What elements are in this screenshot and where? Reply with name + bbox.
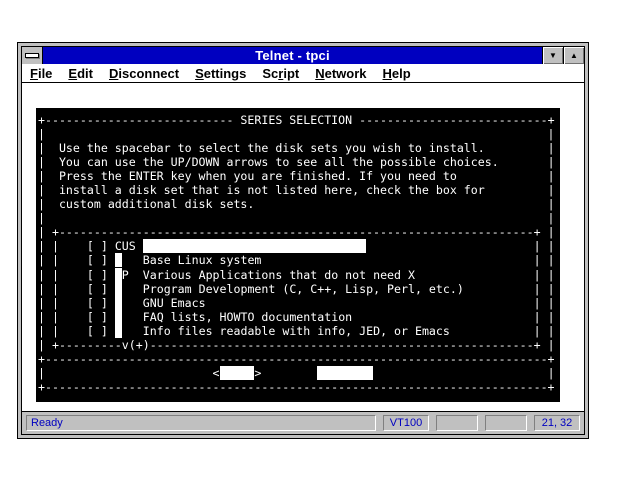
status-panel-ready: Ready (26, 415, 376, 431)
dialog-blank-row: | | (38, 127, 560, 141)
checkbox-a[interactable]: [ ] (87, 253, 108, 267)
item-tag: P (122, 268, 129, 282)
status-panel-emulation: VT100 (383, 415, 429, 431)
menu-label-post: isconnect (118, 66, 179, 81)
status-bar: Ready VT100 21, 32 (22, 411, 584, 434)
item-desc: Various Applications that do not need X (143, 268, 415, 282)
menu-label-post: dit (77, 66, 93, 81)
menu-label-hot: N (315, 66, 324, 81)
checklist-item-i[interactable]: | | [ ] I Info files readable with info,… (38, 324, 560, 338)
menu-label-post: ipt (283, 66, 299, 81)
menu-label-hot: D (109, 66, 118, 81)
instruction-text: Use the spacebar to select the disk sets… (59, 141, 485, 155)
checklist-top-border: | +-------------------------------------… (38, 225, 560, 239)
checklist-bottom-border: | +---------v(+)------------------------… (38, 338, 560, 352)
dialog-title: SERIES SELECTION (233, 113, 359, 127)
item-tag-hotkey: A (115, 268, 122, 282)
menu-item-script[interactable]: Script (254, 66, 307, 81)
checkbox-e[interactable]: [ ] (87, 296, 108, 310)
control-menu-button[interactable] (22, 47, 43, 64)
telnet-window: Telnet - tpci ▼ ▲ FileEditDisconnectSett… (17, 42, 589, 439)
instruction-text: You can use the UP/DOWN arrows to see al… (59, 155, 499, 169)
menu-label-hot: H (383, 66, 392, 81)
client-area: +--------------------------- SERIES SELE… (22, 83, 584, 411)
item-desc: GNU Emacs (143, 296, 206, 310)
minimize-button[interactable]: ▼ (542, 47, 563, 64)
status-ready-text: Ready (31, 417, 63, 429)
window-title: Telnet - tpci (255, 48, 330, 63)
instruction-row-1: | Use the spacebar to select the disk se… (38, 141, 560, 155)
item-tag-hotkey: F (115, 310, 122, 324)
maximize-button[interactable]: ▲ (563, 47, 584, 64)
item-desc: FAQ lists, HOWTO documentation (143, 310, 352, 324)
menu-label-hot: E (68, 66, 77, 81)
menu-label-hot: F (30, 66, 38, 81)
item-tag-hotkey: I (115, 324, 122, 338)
scroll-more-indicator: v(+) (122, 338, 150, 352)
terminal-screen[interactable]: +--------------------------- SERIES SELE… (36, 108, 560, 402)
item-desc: Base Linux system (143, 253, 262, 267)
dialog-top-border: +--------------------------- SERIES SELE… (38, 113, 560, 127)
checklist-item-cus[interactable]: | | [ ] CUS Also prompt for CUSTOM disk … (38, 239, 560, 253)
checkbox-f[interactable]: [ ] (87, 310, 108, 324)
title-bar-caption: Telnet - tpci (43, 47, 542, 64)
menu-label-hot: S (195, 66, 204, 81)
checklist-item-e[interactable]: | | [ ] E GNU Emacs | | (38, 296, 560, 310)
menu-item-disconnect[interactable]: Disconnect (101, 66, 187, 81)
up-arrow-icon: ▲ (570, 51, 578, 60)
menu-item-help[interactable]: Help (375, 66, 419, 81)
instruction-row-3: | Press the ENTER key when you are finis… (38, 169, 560, 183)
menu-item-network[interactable]: Network (307, 66, 374, 81)
menu-label-post: etwork (325, 66, 367, 81)
item-tag-hotkey: D (115, 282, 122, 296)
menu-item-settings[interactable]: Settings (187, 66, 254, 81)
menu-item-file[interactable]: File (22, 66, 60, 81)
menu-label-pre: Sc (262, 66, 278, 81)
item-tag-hotkey: C (115, 239, 122, 253)
menu-label-post: ile (38, 66, 52, 81)
status-panel-cursor-position: 21, 32 (534, 415, 580, 431)
cancel-button[interactable]: <Cancel> (317, 366, 373, 380)
checkbox-cus[interactable]: [ ] (87, 239, 108, 253)
title-bar[interactable]: Telnet - tpci ▼ ▲ (22, 47, 584, 64)
checkbox-d[interactable]: [ ] (87, 282, 108, 296)
menu-label-post: elp (392, 66, 411, 81)
menu-bar: FileEditDisconnectSettingsScriptNetworkH… (22, 64, 584, 83)
checklist-item-d[interactable]: | | [ ] D Program Development (C, C++, L… (38, 282, 560, 296)
instruction-row-2: | You can use the UP/DOWN arrows to see … (38, 155, 560, 169)
item-tag: US (122, 239, 143, 253)
down-arrow-icon: ▼ (549, 51, 557, 60)
instruction-text: install a disk set that is not listed he… (59, 183, 485, 197)
instruction-text: custom additional disk sets. (59, 197, 254, 211)
menu-label-post: ettings (204, 66, 247, 81)
instruction-row-5: | custom additional disk sets. | (38, 197, 560, 211)
item-tag-hotkey: A (115, 253, 122, 267)
dialog-separator: +---------------------------------------… (38, 352, 560, 366)
control-menu-icon (25, 53, 39, 58)
ok-button[interactable]: < OK > (213, 366, 262, 380)
menu-item-edit[interactable]: Edit (60, 66, 101, 81)
instruction-row-4: | install a disk set that is not listed … (38, 183, 560, 197)
item-desc: Also prompt for CUSTOM disk sets (143, 239, 366, 253)
item-desc: Info files readable with info, JED, or E… (143, 324, 450, 338)
status-panel-empty-2 (485, 415, 527, 431)
window-frame: Telnet - tpci ▼ ▲ FileEditDisconnectSett… (21, 46, 585, 435)
instruction-text: Press the ENTER key when you are finishe… (59, 169, 457, 183)
checklist-item-a[interactable]: | | [ ] A Base Linux system | | (38, 253, 560, 267)
dialog-button-row: | < OK > <Cancel> | (38, 366, 560, 380)
status-panel-empty-1 (436, 415, 478, 431)
checkbox-i[interactable]: [ ] (87, 324, 108, 338)
item-tag-hotkey: E (115, 296, 122, 310)
dialog-blank-row: | | (38, 211, 560, 225)
checkbox-ap[interactable]: [ ] (87, 268, 108, 282)
checklist-item-ap[interactable]: | | [ ] AP Various Applications that do … (38, 268, 560, 282)
dialog-bottom-border: +---------------------------------------… (38, 380, 560, 394)
status-emulation-text: VT100 (390, 417, 422, 429)
item-desc: Program Development (C, C++, Lisp, Perl,… (143, 282, 464, 296)
checklist-item-f[interactable]: | | [ ] F FAQ lists, HOWTO documentation… (38, 310, 560, 324)
status-cursor-position-text: 21, 32 (542, 417, 573, 429)
